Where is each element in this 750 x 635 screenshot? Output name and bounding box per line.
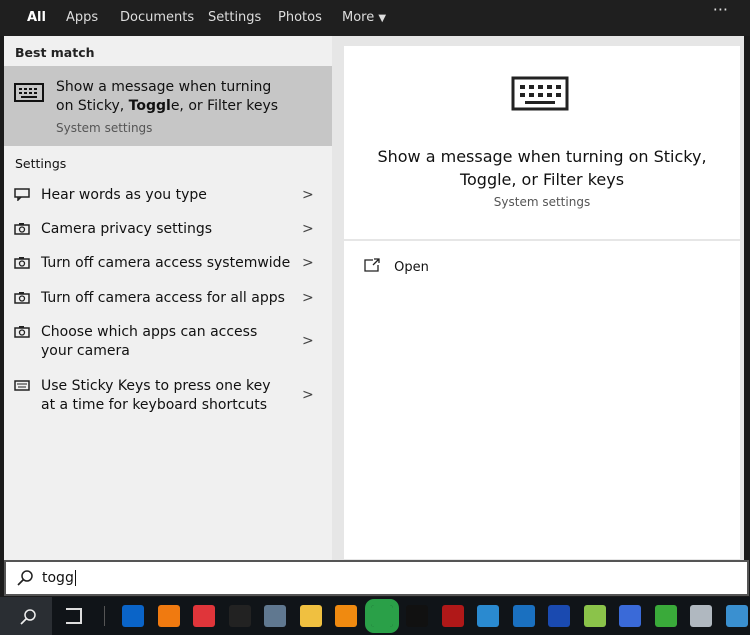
chevron-right-icon[interactable]: > [302,254,314,273]
preview-title: Show a message when turning on Sticky, T… [377,147,707,189]
settings-item-label: Use Sticky Keys to press one key at a ti… [41,378,271,413]
preview-header: Show a message when turning on Sticky, T… [344,46,740,239]
tab-all[interactable]: All [17,10,56,41]
tab-apps[interactable]: Apps [66,10,98,25]
taskbar-app-calculator-icon[interactable] [264,605,286,627]
settings-header: Settings [15,156,67,171]
chevron-right-icon[interactable]: > [302,386,314,405]
camera-icon [14,223,30,235]
preview-actions: Open [344,241,740,559]
results-list: Best match Show a message when turning o… [4,36,332,560]
taskbar-app-app-green2-icon[interactable] [654,605,677,627]
tab-documents[interactable]: Documents [120,10,194,25]
camera-icon [14,326,30,338]
chevron-right-icon[interactable]: > [302,186,314,205]
best-match-item[interactable]: Show a message when turning on Sticky, T… [4,66,332,146]
task-view-icon[interactable] [66,608,82,624]
best-match-subtitle: System settings [56,121,153,135]
best-match-title: Show a message when turning on Sticky, T… [56,78,286,116]
search-filter-tabs: All Apps Documents Settings Photos More … [0,0,750,41]
settings-item-label: Turn off camera access for all apps [41,290,285,306]
start-search-button[interactable] [0,597,52,635]
speech-icon [14,188,30,201]
taskbar-app-app-red-icon[interactable] [441,605,464,627]
taskbar-app-app-b-icon[interactable] [406,605,428,627]
search-input[interactable]: togg [42,570,76,586]
taskbar-divider [104,606,105,626]
taskbar-app-app-sync-icon[interactable] [548,605,570,627]
camera-icon [14,257,30,269]
tab-more[interactable]: More ▼ [342,10,386,25]
search-icon [17,570,33,586]
title-match: Toggl [128,98,171,114]
tab-settings[interactable]: Settings [208,10,261,25]
best-match-header: Best match [15,45,95,60]
taskbar-app-bluestacks-icon[interactable] [583,605,606,627]
search-icon [20,609,36,625]
taskbar-app-outlook-icon[interactable] [122,605,144,627]
chevron-right-icon[interactable]: > [302,289,314,308]
taskbar-app-app-window-icon[interactable] [512,605,535,627]
taskbar-app-vivaldi-icon[interactable] [193,605,215,627]
settings-item-label: Choose which apps can access your camera [41,324,258,359]
open-action[interactable]: Open [364,258,429,275]
taskbar-app-app-contacts-icon[interactable] [725,605,748,627]
taskbar [0,597,750,635]
caret-down-icon: ▼ [378,13,387,24]
search-box[interactable]: togg [4,560,749,596]
title-part: e, or Filter keys [170,98,279,114]
open-label: Open [394,260,429,275]
taskbar-app-app-s-icon[interactable] [619,605,641,627]
settings-item-label: Hear words as you type [41,187,207,203]
taskbar-app-app-green-icon[interactable] [364,599,399,633]
taskbar-app-app-chart-icon[interactable] [690,605,712,627]
tab-photos[interactable]: Photos [278,10,322,25]
taskbar-app-file-explorer-icon[interactable] [299,605,322,627]
ellipsis-icon[interactable]: ··· [713,0,728,19]
chevron-right-icon[interactable]: > [302,332,314,351]
open-icon [364,258,380,272]
taskbar-app-vlc-icon[interactable] [335,605,357,627]
settings-item-label: Camera privacy settings [41,221,213,237]
taskbar-app-search-app-icon[interactable] [157,605,180,627]
settings-item[interactable]: Use Sticky Keys to press one key at a ti… [4,377,332,417]
tab-more-label: More [342,10,375,25]
preview-subtitle: System settings [493,195,591,209]
chevron-right-icon[interactable]: > [302,220,314,239]
camera-icon [14,292,30,304]
taskbar-app-terminal-icon[interactable] [228,605,251,627]
keyboard-icon [14,380,30,391]
settings-item-label: Turn off camera access systemwide [41,255,291,271]
settings-item[interactable]: Choose which apps can access your camera… [4,323,332,363]
taskbar-app-app-blue-icon[interactable] [477,605,499,627]
keyboard-icon [511,76,569,111]
keyboard-icon [14,83,44,102]
